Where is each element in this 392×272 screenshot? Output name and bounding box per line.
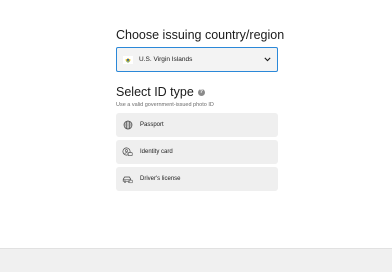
- id-verification-page: Choose issuing country/region U.S. Virgi…: [0, 0, 392, 272]
- option-identity-card-label: Identity card: [140, 149, 173, 155]
- chevron-down-icon: [263, 56, 271, 64]
- id-type-section: Select ID type ? Use a valid government-…: [116, 85, 278, 191]
- id-type-heading: Select ID type: [116, 85, 194, 99]
- option-passport-label: Passport: [140, 122, 164, 128]
- main-content: Choose issuing country/region U.S. Virgi…: [116, 28, 285, 191]
- car-icon: [122, 174, 133, 185]
- option-passport[interactable]: Passport: [116, 113, 278, 137]
- id-card-icon: [122, 147, 133, 158]
- option-drivers-license-label: Driver's license: [140, 176, 181, 182]
- id-type-options: Passport Identity card Driver's license: [116, 113, 278, 191]
- help-icon[interactable]: ?: [197, 89, 205, 96]
- selected-country: U.S. Virgin Islands: [139, 56, 193, 63]
- usvi-flag-icon: [123, 55, 133, 64]
- globe-icon: [122, 120, 133, 131]
- option-identity-card[interactable]: Identity card: [116, 140, 278, 164]
- id-type-title-row: Select ID type ?: [116, 85, 278, 100]
- option-drivers-license[interactable]: Driver's license: [116, 167, 278, 191]
- country-select[interactable]: U.S. Virgin Islands: [116, 47, 278, 72]
- footer-bar: [0, 248, 392, 272]
- country-heading: Choose issuing country/region: [116, 28, 285, 42]
- id-type-subtitle: Use a valid government-issued photo ID: [116, 102, 214, 108]
